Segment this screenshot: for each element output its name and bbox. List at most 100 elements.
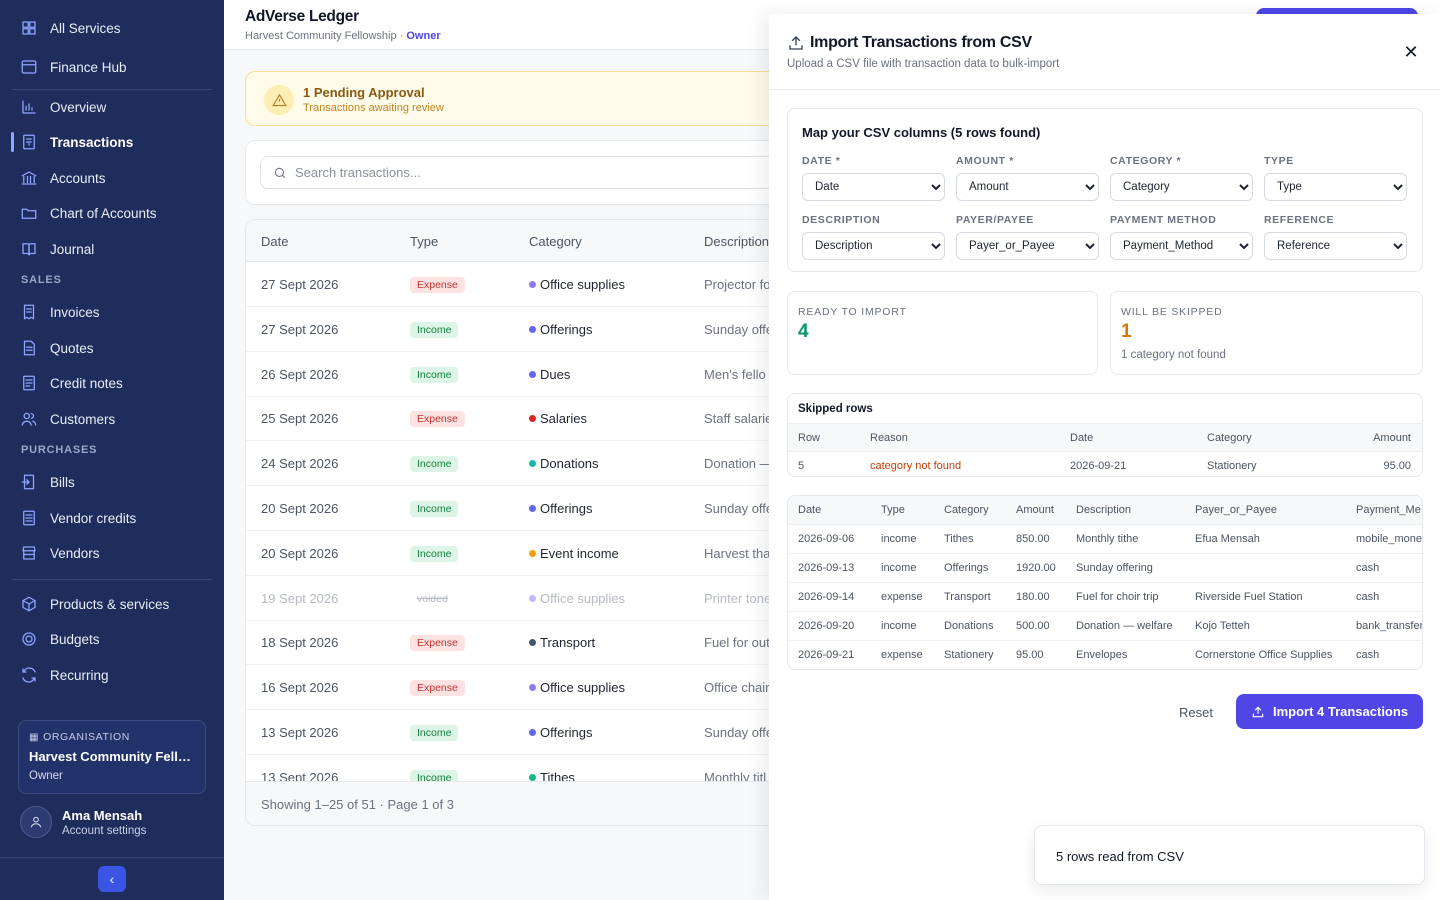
- cell-description: Harvest tha: [704, 545, 771, 561]
- preview-cell: expense: [881, 649, 923, 661]
- collapse-sidebar-button[interactable]: ‹: [98, 866, 126, 892]
- organisation-switcher[interactable]: ▦ ORGANISATION Harvest Community Fello..…: [18, 720, 206, 794]
- will-be-skipped-card: WILL BE SKIPPED 1 1 category not found: [1110, 291, 1423, 375]
- table-row[interactable]: 16 Sept 2026 Expense Office supplies Office…: [246, 665, 804, 711]
- table-row[interactable]: 18 Sept 2026 Expense Transport Fuel for out: [246, 620, 804, 666]
- sidebar-item-budgets[interactable]: Budgets: [12, 623, 212, 655]
- sidebar-item-transactions[interactable]: Transactions: [11, 126, 212, 158]
- sidebar-item-chart-of-accounts[interactable]: Chart of Accounts: [12, 197, 212, 229]
- category-label: Transport: [540, 635, 596, 651]
- bar-chart-icon: [20, 98, 38, 116]
- sidebar-item-recurring[interactable]: Recurring: [12, 659, 212, 691]
- table-row[interactable]: 19 Sept 2026 voided Office supplies Printer…: [246, 576, 804, 621]
- sidebar-item-bills[interactable]: Bills: [12, 466, 212, 498]
- search-input[interactable]: [295, 165, 735, 180]
- sidebar-item-accounts[interactable]: Accounts: [12, 162, 212, 194]
- sidebar-item-vendors[interactable]: Vendors: [12, 537, 212, 569]
- sidebar-item-all-services[interactable]: All Services: [12, 12, 212, 44]
- preview-cell: Riverside Fuel Station: [1195, 591, 1303, 603]
- org-subtitle: Harvest Community Fellowship · Owner: [245, 30, 441, 42]
- user-account[interactable]: Ama Mensah Account settings: [20, 806, 146, 838]
- preview-cell: 500.00: [1016, 620, 1050, 632]
- mapping-select-category[interactable]: Category: [1110, 173, 1253, 201]
- type-badge: Expense: [410, 680, 465, 697]
- preview-cell: 1920.00: [1016, 562, 1056, 574]
- skipped-rows-table: Skipped rows Row Reason Date Category Am…: [787, 393, 1423, 477]
- sidebar-item-quotes[interactable]: Quotes: [12, 332, 212, 364]
- table-row[interactable]: 27 Sept 2026 Expense Office supplies Projec…: [246, 262, 804, 307]
- table-row[interactable]: 20 Sept 2026 Income Event income Harvest th…: [246, 531, 804, 576]
- cell-category: Office supplies: [529, 680, 625, 695]
- mapping-select-payer-payee[interactable]: Payer_or_Payee: [956, 232, 1099, 260]
- organisation-name: Harvest Community Fello...: [29, 749, 195, 764]
- organisation-label-row: ▦ ORGANISATION: [29, 731, 195, 743]
- sidebar-item-label: Vendors: [50, 545, 100, 561]
- column-header-description[interactable]: Description: [704, 234, 769, 249]
- pending-approval-banner[interactable]: 1 Pending Approval Transactions awaiting…: [245, 71, 805, 126]
- search-box: [260, 156, 800, 189]
- cell-category: Office supplies: [529, 591, 625, 606]
- folder-icon: [20, 204, 38, 222]
- sidebar-item-journal[interactable]: Journal: [12, 233, 212, 265]
- app-title: AdVerse Ledger: [245, 8, 359, 25]
- category-label: Office supplies: [540, 680, 626, 696]
- ready-count: 4: [798, 321, 809, 342]
- mapping-select-description[interactable]: Description: [802, 232, 945, 260]
- cell-description: Printer tone: [704, 590, 772, 606]
- mapping-select-reference[interactable]: Reference: [1264, 232, 1407, 260]
- column-header-type[interactable]: Type: [410, 234, 438, 249]
- skipped-row-date: 2026-09-21: [1070, 460, 1127, 472]
- sidebar-item-label: Journal: [50, 241, 95, 257]
- sidebar-item-credit-notes[interactable]: Credit notes: [12, 367, 212, 399]
- mapping-select-type[interactable]: Type: [1264, 173, 1407, 201]
- skipped-note: 1 category not found: [1121, 349, 1226, 361]
- table-row[interactable]: 26 Sept 2026 Income Dues Men's fello: [246, 352, 804, 397]
- organisation-role: Owner: [29, 770, 63, 782]
- sidebar-item-products-services[interactable]: Products & services: [12, 588, 212, 620]
- table-row: 2026-09-13 income Offerings 1920.00 Sunday o…: [788, 554, 1422, 583]
- cell-description: Staff salarie: [704, 411, 773, 427]
- cell-description: Projector fo: [704, 277, 771, 292]
- mapping-select-payment-method[interactable]: Payment_Method: [1110, 232, 1253, 260]
- sidebar-item-vendor-credits[interactable]: Vendor credits: [12, 502, 212, 534]
- table-row[interactable]: 13 Sept 2026 Income Offerings Sunday offe: [246, 710, 804, 755]
- preview-cell: Offerings: [944, 562, 989, 574]
- mapping-select-amount[interactable]: Amount: [956, 173, 1099, 201]
- cell-description: Office chair: [704, 680, 770, 696]
- preview-cell: expense: [881, 591, 923, 603]
- category-color-dot: [529, 505, 536, 512]
- category-color-dot: [529, 370, 536, 378]
- table-row[interactable]: 20 Sept 2026 Income Offerings Sunday offe: [246, 486, 804, 531]
- category-color-dot: [529, 684, 536, 692]
- skipped-label: WILL BE SKIPPED: [1121, 306, 1223, 318]
- sidebar-item-invoices[interactable]: Invoices: [12, 296, 212, 328]
- mapping-label-payer-payee: PAYER/PAYEE: [956, 214, 1034, 226]
- table-row[interactable]: 27 Sept 2026 Income Offerings Sunday offe: [246, 307, 804, 352]
- skipped-rows-title: Skipped rows: [798, 403, 873, 415]
- sidebar-item-finance-hub[interactable]: Finance Hub: [12, 51, 212, 83]
- sidebar-item-overview[interactable]: Overview: [12, 91, 212, 123]
- table-row[interactable]: 25 Sept 2026 Expense Salaries Staff salarie: [246, 396, 804, 442]
- table-row: 5 category not found 2026-09-21 Statione…: [788, 452, 1422, 476]
- sidebar-section-sales: SALES: [21, 274, 62, 286]
- sidebar-item-customers[interactable]: Customers: [12, 403, 212, 435]
- category-label: Offerings: [540, 321, 593, 337]
- table-row[interactable]: 24 Sept 2026 Income Donations Donation —: [246, 441, 804, 487]
- column-header-date[interactable]: Date: [261, 234, 288, 249]
- column-header-category[interactable]: Category: [529, 234, 582, 249]
- category-label: Offerings: [540, 501, 593, 516]
- column-mapping-card: Map your CSV columns (5 rows found) DATE…: [787, 108, 1423, 272]
- account-settings-link[interactable]: Account settings: [62, 825, 146, 837]
- panel-header: Import Transactions from CSV Upload a CS…: [769, 14, 1440, 90]
- cell-date: 16 Sept 2026: [261, 680, 339, 696]
- upload-icon: [1252, 706, 1264, 717]
- mapping-select-date[interactable]: Date: [802, 173, 945, 201]
- reset-button[interactable]: Reset: [1166, 695, 1226, 729]
- import-transactions-button[interactable]: Import 4 Transactions: [1236, 694, 1423, 729]
- organisation-label: ORGANISATION: [43, 731, 130, 743]
- preview-cell: Cornerstone Office Supplies: [1195, 649, 1333, 661]
- type-badge: Income: [410, 545, 459, 562]
- close-button[interactable]: ✕: [1401, 42, 1421, 62]
- category-label: Event income: [540, 545, 619, 561]
- preview-cell: mobile_mone: [1356, 533, 1423, 545]
